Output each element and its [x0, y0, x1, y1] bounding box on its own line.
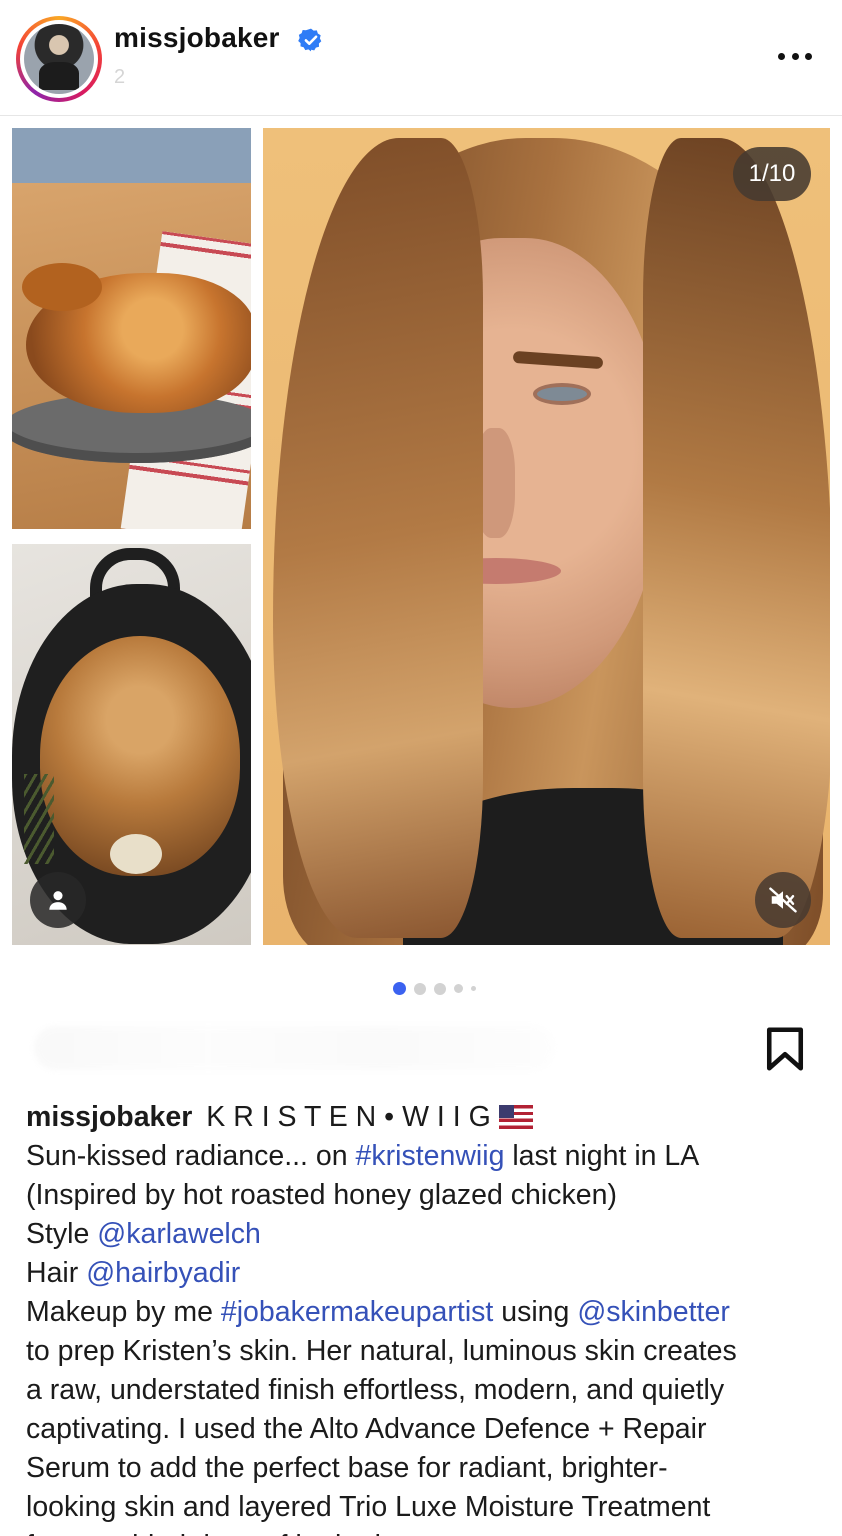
caption-text: Hair [26, 1257, 87, 1289]
speaker-muted-icon [769, 887, 797, 913]
caption-line: for an added dose of hydration. [26, 1527, 826, 1536]
caption-line: Style @karlawelch [26, 1215, 826, 1254]
verified-badge-icon [298, 28, 322, 52]
post-caption: missjobaker K R I S T E N • W I I G Sun-… [26, 1098, 826, 1536]
carousel-dots [393, 982, 476, 995]
more-dot [805, 52, 812, 60]
avatar[interactable] [16, 16, 102, 102]
post-media-carousel[interactable]: 1/10 [0, 116, 842, 956]
caption-text: using [493, 1296, 578, 1328]
carousel-counter: 1/10 [733, 147, 811, 201]
hidden-action-buttons [34, 1026, 554, 1070]
more-options-icon[interactable] [778, 50, 812, 62]
avatar-border [20, 20, 98, 98]
username-link[interactable]: missjobaker [114, 22, 280, 54]
post-header: missjobaker 2 [0, 0, 842, 116]
mention-link[interactable]: @hairbyadir [86, 1257, 240, 1289]
roast-chicken-board-image [12, 128, 251, 529]
carousel-dot [414, 982, 426, 995]
caption-line: Sun-kissed radiance... on #kristenwiig l… [26, 1137, 826, 1176]
post-subtitle: 2 [114, 66, 126, 88]
caption-line: a raw, understated finish effortless, mo… [26, 1374, 725, 1406]
avatar-image [24, 24, 94, 94]
caption-text: Sun-kissed radiance... on [26, 1140, 356, 1172]
more-dot [778, 52, 785, 60]
caption-username[interactable]: missjobaker [26, 1101, 192, 1133]
caption-title-line: missjobaker K R I S T E N • W I I G [26, 1098, 826, 1137]
mute-button[interactable] [755, 872, 811, 928]
carousel-dot-active [393, 982, 406, 995]
hashtag-link[interactable]: #kristenwiig [356, 1140, 505, 1172]
caption-line: to prep Kristen’s skin. Her natural, lum… [26, 1335, 737, 1367]
bookmark-icon[interactable] [764, 1026, 806, 1072]
mention-link[interactable]: @karlawelch [97, 1218, 261, 1250]
hashtag-link[interactable]: #jobakermakeupartist [221, 1296, 493, 1328]
caption-title: K R I S T E N • W I I G [206, 1101, 491, 1133]
eye [533, 383, 591, 405]
caption-text: Makeup by me [26, 1296, 221, 1328]
caption-line: Makeup by me #jobakermakeupartist using … [26, 1293, 826, 1332]
rosemary-herbs [24, 774, 54, 864]
more-dot [791, 52, 799, 60]
hair-strands-right [643, 138, 830, 938]
hair-strands-left [273, 138, 483, 938]
onion [110, 834, 162, 874]
mention-link[interactable]: @skinbetter [577, 1296, 730, 1328]
caption-text: Style [26, 1218, 98, 1250]
caption-line: (Inspired by hot roasted honey glazed ch… [26, 1179, 617, 1211]
person-icon [49, 891, 67, 910]
caption-line: captivating. I used the Alto Advance Def… [26, 1413, 707, 1445]
caption-line: Hair @hairbyadir [26, 1254, 826, 1293]
portrait-image [263, 128, 830, 945]
carousel-dot [434, 982, 446, 995]
carousel-dot [454, 984, 463, 993]
caption-line: looking skin and layered Trio Luxe Moist… [26, 1491, 711, 1523]
carousel-dot [471, 986, 476, 991]
caption-text: last night in LA [504, 1140, 700, 1172]
tagged-users-button[interactable] [30, 872, 86, 928]
chicken-leg [22, 263, 102, 311]
instagram-post: missjobaker 2 1/10 missjobaker K R I S T… [0, 0, 842, 1536]
us-flag-icon [498, 1105, 533, 1129]
caption-line: Serum to add the perfect base for radian… [26, 1452, 668, 1484]
